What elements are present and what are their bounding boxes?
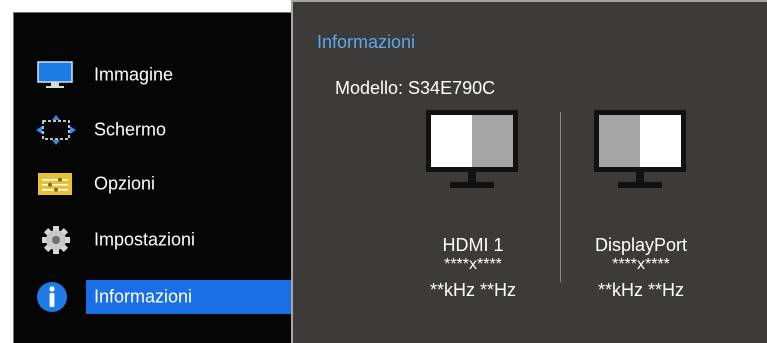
- information-panel: Informazioni Modello: S34E790C HDMI 1 **…: [291, 0, 767, 343]
- menu-item-label: Schermo: [94, 119, 167, 140]
- model-name: Modello: S34E790C: [335, 78, 496, 98]
- port-name: HDMI 1: [442, 235, 504, 255]
- port-info-displayport: DisplayPort ****x**** **kHz **Hz: [556, 234, 726, 302]
- port-name: DisplayPort: [594, 235, 688, 255]
- gear-icon: [36, 225, 76, 255]
- menu-item-opzioni[interactable]: Opzioni: [14, 167, 291, 201]
- hdmi-monitor-icon: [424, 108, 520, 195]
- menu-item-label: Impostazioni: [94, 229, 196, 250]
- menu-item-label: Immagine: [94, 64, 174, 85]
- menu-item-schermo[interactable]: Schermo: [14, 113, 291, 147]
- info-icon: [36, 282, 76, 312]
- menu-item-label: Opzioni: [94, 173, 156, 194]
- osd-main-menu: Immagine Schermo Opzioni Impostazioni In…: [13, 12, 291, 343]
- menu-item-immagine[interactable]: Immagine: [14, 58, 291, 92]
- menu-item-label: Informazioni: [94, 286, 193, 307]
- displayport-monitor-icon: [592, 108, 688, 195]
- port-frequency: **kHz **Hz: [597, 280, 685, 300]
- menu-item-informazioni[interactable]: Informazioni: [14, 280, 291, 314]
- port-frequency: **kHz **Hz: [429, 280, 517, 300]
- options-sliders-icon: [36, 169, 76, 199]
- resize-arrows-icon: [36, 115, 76, 145]
- menu-item-impostazioni[interactable]: Impostazioni: [14, 223, 291, 257]
- osd-frame: Immagine Schermo Opzioni Impostazioni In…: [0, 0, 767, 343]
- port-resolution: ****x****: [444, 256, 502, 273]
- panel-title: Informazioni: [317, 32, 416, 52]
- port-resolution: ****x****: [612, 256, 670, 273]
- monitor-icon: [36, 60, 76, 90]
- port-info-hdmi: HDMI 1 ****x**** **kHz **Hz: [388, 234, 558, 302]
